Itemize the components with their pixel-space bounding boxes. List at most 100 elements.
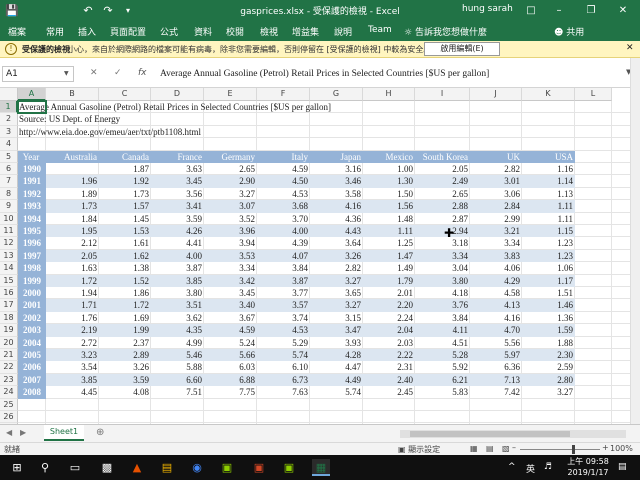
zoom-out-icon[interactable]: – [512, 443, 516, 452]
data-cell[interactable]: 3.80 [415, 275, 470, 287]
table-header-germany[interactable]: Germany [204, 151, 257, 163]
year-cell[interactable]: 2003 [18, 324, 46, 336]
data-cell[interactable]: 1.99 [99, 324, 151, 336]
column-header-k[interactable]: K [522, 88, 575, 101]
data-cell[interactable]: 3.65 [310, 287, 363, 299]
data-cell[interactable]: 2.88 [415, 200, 470, 212]
row-header-4[interactable]: 4 [0, 138, 18, 151]
data-cell[interactable]: 3.84 [257, 262, 310, 274]
data-cell[interactable]: 4.45 [46, 386, 99, 398]
data-cell[interactable]: 3.01 [470, 175, 522, 187]
data-cell[interactable]: 2.04 [363, 324, 415, 336]
data-cell[interactable]: 4.13 [470, 299, 522, 311]
data-cell[interactable]: 4.70 [470, 324, 522, 336]
table-header-japan[interactable]: Japan [310, 151, 363, 163]
share-button[interactable]: ☻ 共用 [554, 25, 584, 38]
data-cell[interactable]: 1.73 [99, 188, 151, 200]
data-cell[interactable]: 1.84 [46, 213, 99, 225]
data-cell[interactable]: 6.03 [204, 361, 257, 373]
data-cell[interactable]: 1.73 [46, 200, 99, 212]
data-cell[interactable]: 4.99 [151, 337, 204, 349]
data-cell[interactable] [46, 163, 99, 175]
row-header-11[interactable]: 11 [0, 225, 18, 238]
data-cell[interactable]: 2.12 [46, 237, 99, 249]
restore-button[interactable]: ❐ [580, 2, 602, 20]
year-cell[interactable]: 1998 [18, 262, 46, 274]
data-cell[interactable]: 1.59 [522, 324, 575, 336]
data-cell[interactable]: 3.93 [310, 337, 363, 349]
data-cell[interactable]: 3.74 [257, 312, 310, 324]
data-cell[interactable]: 3.45 [151, 175, 204, 187]
data-cell[interactable]: 5.24 [204, 337, 257, 349]
data-cell[interactable]: 2.65 [204, 163, 257, 175]
data-cell[interactable]: 1.11 [363, 225, 415, 237]
tab-view[interactable]: 檢視 [260, 25, 278, 38]
data-cell[interactable]: 4.08 [99, 386, 151, 398]
row-header-15[interactable]: 15 [0, 274, 18, 287]
data-cell[interactable]: 3.77 [257, 287, 310, 299]
data-cell[interactable]: 3.68 [257, 200, 310, 212]
data-cell[interactable]: 3.16 [310, 163, 363, 175]
row-header-21[interactable]: 21 [0, 349, 18, 362]
select-all-corner[interactable] [0, 88, 18, 101]
data-cell[interactable]: 2.89 [99, 349, 151, 361]
year-cell[interactable]: 1999 [18, 275, 46, 287]
data-cell[interactable]: 1.38 [99, 262, 151, 274]
display-settings[interactable]: ▣ 顯示設定 [398, 444, 440, 455]
table-header-france[interactable]: France [151, 151, 204, 163]
data-cell[interactable]: 3.34 [415, 250, 470, 262]
row-header-19[interactable]: 19 [0, 324, 18, 337]
data-cell[interactable]: 1.46 [522, 299, 575, 311]
column-header-b[interactable]: B [46, 88, 99, 101]
matlab-app-icon[interactable]: ▲ [128, 459, 146, 476]
data-cell[interactable]: 1.87 [99, 163, 151, 175]
data-cell[interactable]: 4.41 [151, 237, 204, 249]
row-header-8[interactable]: 8 [0, 187, 18, 201]
data-cell[interactable]: 4.00 [257, 225, 310, 237]
data-cell[interactable]: 5.97 [470, 349, 522, 361]
data-cell[interactable]: 1.17 [522, 275, 575, 287]
clock[interactable]: 上午 09:58 2019/1/17 [566, 456, 610, 478]
data-cell[interactable]: 1.71 [46, 299, 99, 311]
user-name[interactable]: hung sarah [462, 4, 513, 14]
tab-review[interactable]: 校閱 [226, 25, 244, 38]
data-cell[interactable]: 5.28 [415, 349, 470, 361]
data-cell[interactable]: 3.18 [415, 237, 470, 249]
data-cell[interactable]: 3.40 [204, 299, 257, 311]
data-cell[interactable]: 4.16 [470, 312, 522, 324]
row-header-6[interactable]: 6 [0, 163, 18, 176]
data-cell[interactable]: 2.65 [415, 188, 470, 200]
data-cell[interactable]: 6.10 [257, 361, 310, 373]
data-cell[interactable]: 3.67 [204, 312, 257, 324]
row-header-25[interactable]: 25 [0, 398, 18, 411]
data-cell[interactable]: 7.51 [151, 386, 204, 398]
data-cell[interactable]: 2.72 [46, 337, 99, 349]
data-cell[interactable]: 1.36 [522, 312, 575, 324]
excel-app-icon[interactable]: ▦ [312, 459, 330, 476]
data-cell[interactable]: 2.40 [363, 374, 415, 386]
data-cell[interactable]: 3.59 [99, 374, 151, 386]
data-cell[interactable]: 1.14 [522, 175, 575, 187]
page-layout-view-icon[interactable]: ▤ [486, 444, 494, 453]
worksheet-grid[interactable]: A B C D E F G H I J K L 1 2 3 4 5 6 7 8 9 10 11 12 13 14 15 16 17 18 1… [0, 58, 640, 436]
tab-data[interactable]: 資料 [194, 25, 212, 38]
data-cell[interactable]: 4.53 [257, 324, 310, 336]
data-cell[interactable]: 3.85 [46, 374, 99, 386]
tray-overflow-icon[interactable]: ^ [508, 462, 516, 472]
data-cell[interactable]: 1.06 [522, 262, 575, 274]
data-cell[interactable]: 3.34 [204, 262, 257, 274]
chrome-icon[interactable]: ◉ [188, 459, 206, 476]
row-header-18[interactable]: 18 [0, 311, 18, 325]
cell-a3-url[interactable]: http://www.eia.doe.gov/emeu/aer/txt/ptb1… [19, 126, 201, 139]
add-sheet-icon[interactable]: ⊕ [96, 427, 104, 438]
data-cell[interactable]: 3.41 [151, 200, 204, 212]
ribbon-display-icon[interactable]: □ [520, 2, 542, 20]
chevron-down-icon[interactable]: ▼ [64, 70, 69, 77]
data-cell[interactable]: 2.84 [470, 200, 522, 212]
data-cell[interactable]: 4.59 [204, 324, 257, 336]
row-header-14[interactable]: 14 [0, 262, 18, 275]
table-header-year[interactable]: Year [18, 151, 46, 163]
camtasia-recorder-icon[interactable]: ▣ [280, 459, 298, 476]
data-cell[interactable]: 2.19 [46, 324, 99, 336]
data-cell[interactable]: 3.94 [204, 237, 257, 249]
